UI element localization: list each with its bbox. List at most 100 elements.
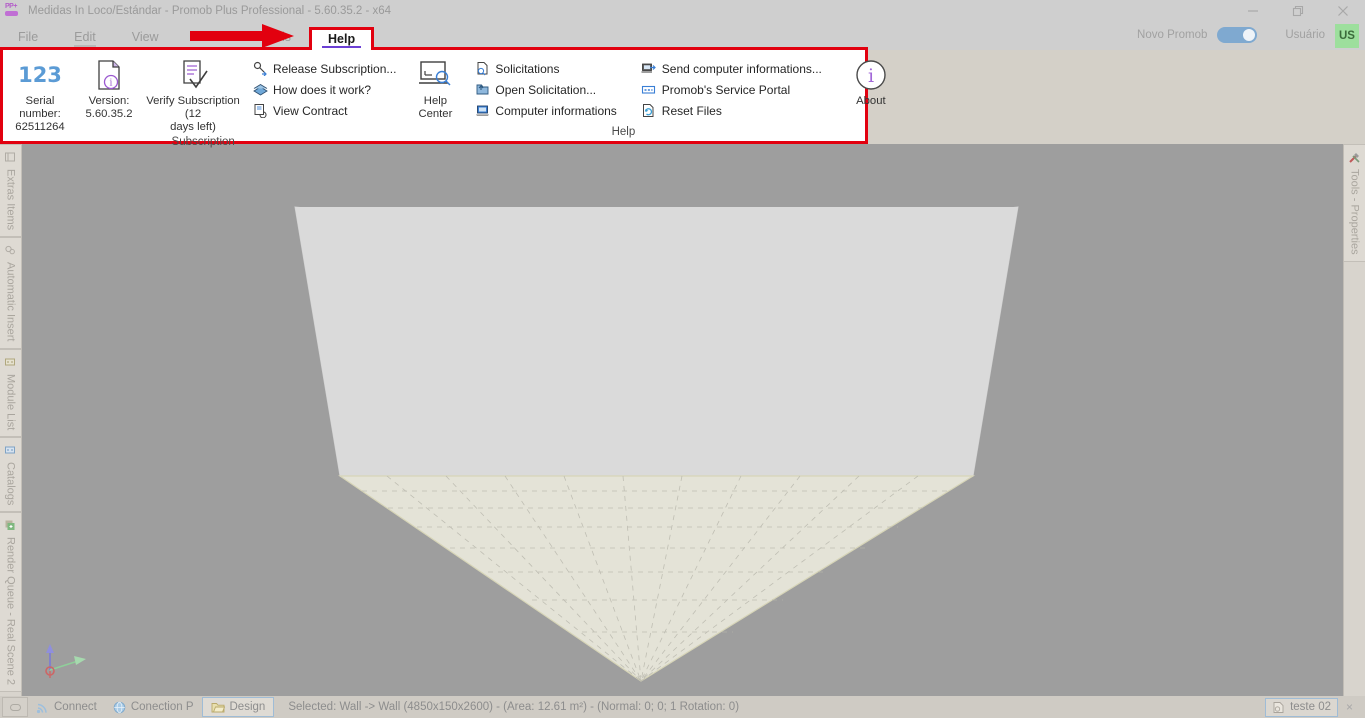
render-queue-icon xyxy=(4,519,18,533)
portal-card-icon xyxy=(641,82,657,98)
verify-subscription-label-1: Verify Subscription (12 xyxy=(146,95,240,120)
scene-3d-room xyxy=(294,206,1019,682)
open-solicitation-button[interactable]: Open Solicitation... xyxy=(470,79,620,100)
status-item-connect-label: Connect xyxy=(54,701,97,713)
send-computer-informations-label: Send computer informations... xyxy=(661,61,822,76)
release-subscription-button[interactable]: Release Subscription... xyxy=(248,58,400,79)
ribbon-group-help: Help Center Solicitations Open Solicitat… xyxy=(403,50,902,141)
key-arrow-icon xyxy=(252,61,268,77)
sidebar-item-tools-properties[interactable]: Tools - Properties xyxy=(1344,144,1365,262)
document-tab-label: teste 02 xyxy=(1290,701,1331,713)
status-bar-right: teste 02 × xyxy=(1265,697,1365,717)
window-controls xyxy=(1230,0,1365,22)
promob-service-portal-label: Promob's Service Portal xyxy=(661,82,791,97)
status-bar-handle[interactable] xyxy=(2,697,28,717)
document-check-icon xyxy=(177,56,209,94)
release-subscription-label: Release Subscription... xyxy=(273,61,397,76)
extras-items-icon xyxy=(4,151,18,165)
sidebar-label-catalogs: Catalogs xyxy=(4,461,17,506)
reset-files-button[interactable]: Reset Files xyxy=(637,100,826,121)
solicitations-button[interactable]: Solicitations xyxy=(470,58,620,79)
version-value: 5.60.35.2 xyxy=(85,107,133,120)
sidebar-item-automatic-insert[interactable]: Automatic Insert xyxy=(0,237,22,349)
sidebar-label-render-queue: Render Queue - Real Scene 2 xyxy=(4,537,17,686)
document-tab-teste-02[interactable]: teste 02 xyxy=(1265,697,1338,717)
sidebar-item-render-queue[interactable]: Render Queue - Real Scene 2 xyxy=(0,512,22,693)
novo-promob-toggle[interactable] xyxy=(1217,27,1258,43)
send-computer-icon xyxy=(641,61,657,77)
help-center-label-2: Center xyxy=(418,107,453,120)
reset-files-label: Reset Files xyxy=(661,103,722,118)
sidebar-label-module-list: Module List xyxy=(4,373,17,430)
books-icon xyxy=(252,82,268,98)
ribbon-highlight-frame: 123 Serial number: 62511264 i Version: 5… xyxy=(0,47,886,148)
catalogs-icon xyxy=(4,444,18,458)
promob-service-portal-button[interactable]: Promob's Service Portal xyxy=(637,79,826,100)
subscription-small-buttons: Release Subscription... How does it work… xyxy=(245,54,403,121)
serial-number-button[interactable]: 123 Serial number: 62511264 xyxy=(3,54,77,136)
open-solicitation-label: Open Solicitation... xyxy=(495,82,597,97)
numbers-123-icon: 123 xyxy=(18,63,62,87)
user-label: Usuário xyxy=(1285,29,1325,41)
solicitations-label: Solicitations xyxy=(495,61,560,76)
globe-icon xyxy=(113,701,126,713)
help-small-buttons-col-1: Solicitations Open Solicitation... Compu… xyxy=(467,54,623,121)
folder-icon xyxy=(211,702,225,712)
svg-text:i: i xyxy=(868,65,874,87)
minimize-icon[interactable] xyxy=(1230,0,1275,22)
view-contract-button[interactable]: View Contract xyxy=(248,100,400,121)
application-window: PP+ Medidas In Loco/Estándar - Promob Pl… xyxy=(0,0,1365,718)
computer-informations-button[interactable]: Computer informations xyxy=(470,100,620,121)
help-center-button[interactable]: Help Center xyxy=(403,54,467,123)
floor xyxy=(338,475,976,682)
ribbon-group-help-body: Help Center Solicitations Open Solicitat… xyxy=(403,50,902,126)
sidebar-label-automatic-insert: Automatic Insert xyxy=(4,262,17,342)
status-item-design[interactable]: Design xyxy=(201,697,275,717)
viewport-3d[interactable] xyxy=(22,144,1343,696)
verify-subscription-button[interactable]: Verify Subscription (12 days left) xyxy=(141,54,245,136)
toggle-knob xyxy=(1243,29,1256,41)
axis-gizmo xyxy=(45,644,86,678)
how-does-it-work-label: How does it work? xyxy=(273,82,372,97)
sidebar-item-extras-items[interactable]: Extras Items xyxy=(0,144,22,238)
automatic-insert-icon xyxy=(4,244,18,258)
ribbon-group-subscription-body: 123 Serial number: 62511264 i Version: 5… xyxy=(3,50,403,136)
contract-icon xyxy=(252,103,268,119)
document-icon xyxy=(1273,701,1284,713)
app-logo-bar xyxy=(5,11,18,16)
sidebar-item-catalogs[interactable]: Catalogs xyxy=(0,436,22,513)
view-contract-label: View Contract xyxy=(273,103,348,118)
workspace: Extras Items Automatic Insert Module Lis… xyxy=(0,144,1365,696)
sidebar-label-extras-items: Extras Items xyxy=(4,169,17,231)
close-icon[interactable] xyxy=(1320,0,1365,22)
menu-bar: File Edit View Insert Tools Help Novo Pr… xyxy=(0,22,1365,50)
status-item-design-label: Design xyxy=(229,701,266,713)
version-button[interactable]: i Version: 5.60.35.2 xyxy=(77,54,141,123)
ribbon-group-subscription: 123 Serial number: 62511264 i Version: 5… xyxy=(3,50,403,148)
status-item-connect[interactable]: Connect xyxy=(28,697,105,717)
ribbon: 123 Serial number: 62511264 i Version: 5… xyxy=(3,50,886,148)
sidebar-item-module-list[interactable]: Module List xyxy=(0,348,22,437)
verify-subscription-label-2: days left) xyxy=(170,120,216,133)
about-button[interactable]: i About xyxy=(839,54,903,110)
restore-icon[interactable] xyxy=(1275,0,1320,22)
monitor-search-icon xyxy=(418,56,452,94)
app-logo-text: PP+ xyxy=(5,3,17,10)
page-search-icon xyxy=(474,61,490,77)
help-center-label-1: Help xyxy=(423,95,448,107)
about-label: About xyxy=(856,95,886,107)
sidebar-label-tools-properties: Tools - Properties xyxy=(1348,169,1361,255)
document-tab-close-icon[interactable]: × xyxy=(1338,700,1361,714)
status-item-conection-p-label: Conection P xyxy=(130,701,194,713)
status-bar: Connect Conection P Design Selected: Wal… xyxy=(0,696,1365,718)
wall-back xyxy=(295,207,1018,476)
how-does-it-work-button[interactable]: How does it work? xyxy=(248,79,400,100)
left-panel-tabs: Extras Items Automatic Insert Module Lis… xyxy=(0,144,22,696)
status-item-conection-p[interactable]: Conection P xyxy=(105,697,202,717)
serial-number-value: 62511264 xyxy=(15,120,65,133)
menu-item-help[interactable]: Help xyxy=(309,27,375,50)
avatar[interactable]: US xyxy=(1335,24,1359,48)
menu-bar-right: Novo Promob Usuário US xyxy=(1137,24,1365,50)
serial-number-label: Serial number: xyxy=(19,95,61,120)
send-computer-informations-button[interactable]: Send computer informations... xyxy=(637,58,826,79)
